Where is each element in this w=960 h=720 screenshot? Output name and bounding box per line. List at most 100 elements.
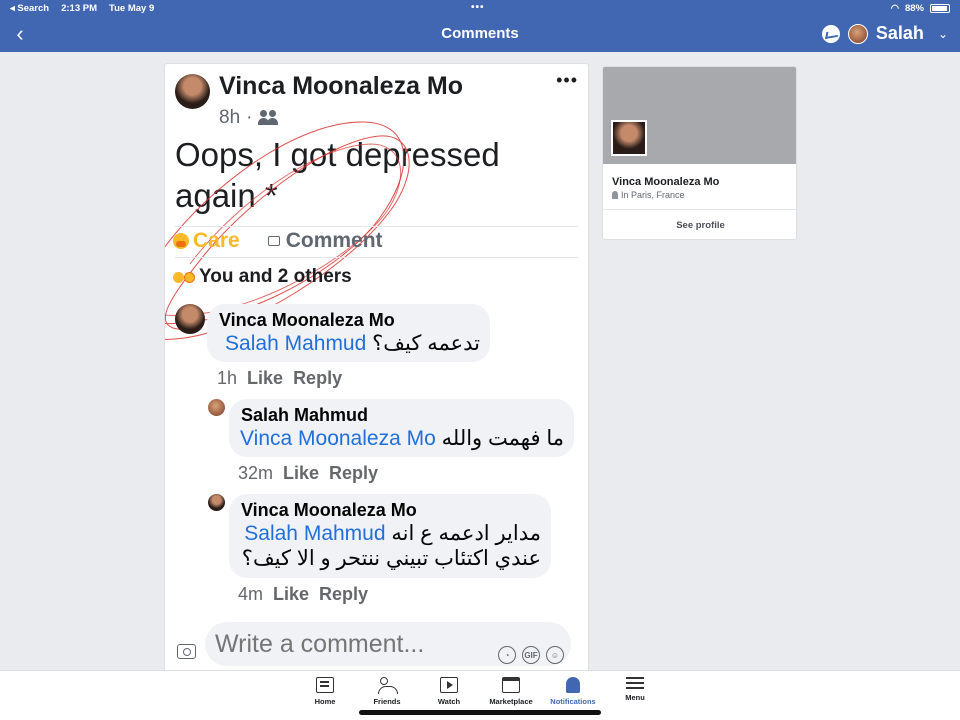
sticker-icon[interactable]: ◔	[498, 646, 516, 664]
avatar[interactable]	[847, 23, 868, 44]
more-options-button[interactable]: •••	[556, 70, 578, 91]
post-author-name[interactable]: Vinca Moonaleza Mo	[219, 72, 463, 101]
reply-body-text-line2: عندي اكتئاب تبيني ننتحر و الا كيف؟	[241, 547, 541, 570]
reply-author[interactable]: Salah Mahmud	[241, 405, 564, 426]
profile-location-text: In Paris, France	[621, 190, 685, 200]
reply-avatar[interactable]	[208, 494, 225, 511]
reply-mention[interactable]: Vinca Moonaleza Mo	[240, 427, 436, 450]
see-profile-button[interactable]: See profile	[603, 209, 796, 239]
tab-home[interactable]: Home	[295, 677, 355, 706]
post-meta: 8h ·	[219, 107, 280, 129]
battery-icon	[930, 4, 950, 13]
tab-marketplace[interactable]: Marketplace	[481, 677, 541, 706]
tab-label: Watch	[437, 697, 461, 706]
tab-label: Menu	[625, 693, 645, 702]
post-time[interactable]: 8h	[219, 107, 240, 129]
reply-avatar[interactable]	[208, 399, 225, 416]
messenger-icon[interactable]	[821, 24, 840, 43]
post-text: Oops, I got depressed again *	[175, 136, 500, 214]
divider	[175, 226, 578, 227]
nav-bar: ‹ Comments Salah ⌄	[0, 18, 960, 52]
sad-reaction-icon	[173, 271, 184, 283]
camera-icon[interactable]	[177, 644, 196, 659]
reply-button[interactable]: Reply	[293, 368, 342, 389]
friends-audience-icon	[258, 110, 280, 126]
comment-body-text: تدعمه كيف؟	[372, 332, 480, 355]
nav-right: Salah ⌄	[821, 23, 948, 44]
emoji-icon[interactable]: ☺	[546, 646, 564, 664]
reply-mention[interactable]: Salah Mahmud	[244, 522, 385, 545]
reply-text: مداير ادعمه ع انه Salah Mahmud	[241, 521, 541, 546]
reply-button[interactable]: Reply	[329, 463, 378, 484]
marketplace-icon	[502, 677, 520, 693]
home-icon	[316, 677, 334, 693]
status-bar: ◂ Search 2:13 PM Tue May 9 ••• ◠ 88%	[0, 0, 960, 18]
battery-percent: 88%	[904, 3, 924, 14]
like-button[interactable]: Like	[273, 584, 309, 605]
comment-actions: 1h Like Reply	[217, 368, 342, 389]
like-button[interactable]: Like	[283, 463, 319, 484]
composer-icons: ◔ GIF ☺	[498, 646, 564, 664]
comment-composer: ◔ GIF ☺	[165, 616, 588, 672]
comment-icon	[267, 236, 280, 246]
reply-time[interactable]: 32m	[238, 463, 273, 484]
status-time: 2:13 PM	[61, 3, 98, 14]
multitask-dots-icon[interactable]: •••	[471, 2, 485, 13]
comment-author[interactable]: Vinca Moonaleza Mo	[219, 310, 480, 331]
reply-button[interactable]: Reply	[319, 584, 368, 605]
tab-notifications[interactable]: Notifications	[543, 677, 603, 706]
post-action-row: Care Comment	[173, 229, 383, 253]
back-to-search-link[interactable]: ◂ Search	[10, 3, 49, 14]
location-icon	[612, 191, 618, 199]
like-button[interactable]: Like	[247, 368, 283, 389]
tab-menu[interactable]: Menu	[605, 677, 665, 702]
divider	[175, 257, 578, 258]
reply-time[interactable]: 4m	[238, 584, 263, 605]
watch-icon	[440, 677, 458, 693]
post-author-avatar[interactable]	[175, 74, 210, 109]
home-indicator[interactable]	[359, 710, 601, 715]
reply-actions: 32m Like Reply	[238, 463, 378, 484]
reply-bubble: Salah Mahmud ما فهمت والله Vinca Moonale…	[229, 399, 574, 457]
care-emoji-icon	[173, 233, 189, 249]
bell-icon	[566, 677, 580, 693]
chevron-down-icon[interactable]: ⌄	[938, 27, 948, 41]
tab-friends[interactable]: Friends	[357, 677, 417, 706]
comment-text: تدعمه كيف؟ Salah Mahmud	[219, 331, 480, 356]
tab-watch[interactable]: Watch	[419, 677, 479, 706]
care-label: Care	[193, 229, 240, 252]
menu-icon	[626, 677, 644, 689]
reply-bubble: Vinca Moonaleza Mo مداير ادعمه ع انه Sal…	[229, 494, 551, 578]
reactions-text: You and 2 others	[199, 266, 352, 287]
comment-bubble: Vinca Moonaleza Mo تدعمه كيف؟ Salah Mahm…	[207, 304, 490, 362]
friends-icon	[378, 677, 398, 694]
reply-text: ما فهمت والله Vinca Moonaleza Mo	[240, 426, 564, 451]
reply-actions: 4m Like Reply	[238, 584, 368, 605]
comment-mention[interactable]: Salah Mahmud	[225, 332, 366, 355]
wifi-icon: ◠	[890, 3, 899, 14]
reply-author[interactable]: Vinca Moonaleza Mo	[241, 500, 541, 521]
profile-card: Vinca Moonaleza Mo In Paris, France See …	[602, 66, 797, 240]
comment-avatar[interactable]	[175, 304, 205, 334]
status-date: Tue May 9	[109, 3, 155, 14]
status-right: ◠ 88%	[891, 3, 950, 14]
profile-name[interactable]: Vinca Moonaleza Mo	[612, 176, 719, 188]
care-reaction-icon	[184, 271, 195, 283]
reactions-summary[interactable]: You and 2 others	[173, 266, 352, 288]
comment-label: Comment	[285, 229, 383, 252]
tab-label: Home	[314, 697, 336, 706]
profile-location: In Paris, France	[612, 190, 685, 200]
reply-body-text-line1: مداير ادعمه ع انه	[391, 522, 541, 545]
page-title: Comments	[441, 25, 519, 42]
profile-picture[interactable]	[611, 120, 647, 156]
comment-time[interactable]: 1h	[217, 368, 237, 389]
nav-user-name[interactable]: Salah	[876, 23, 924, 44]
comment-button[interactable]: Comment	[267, 229, 383, 253]
gif-icon[interactable]: GIF	[522, 646, 540, 664]
post-card: Vinca Moonaleza Mo 8h · ••• Oops, I got …	[164, 63, 589, 673]
tab-label: Friends	[373, 697, 401, 706]
meta-separator: ·	[246, 107, 253, 128]
reply-body-text: ما فهمت والله	[441, 427, 564, 450]
status-left: ◂ Search 2:13 PM Tue May 9	[10, 3, 154, 14]
care-reaction-button[interactable]: Care	[173, 229, 240, 253]
